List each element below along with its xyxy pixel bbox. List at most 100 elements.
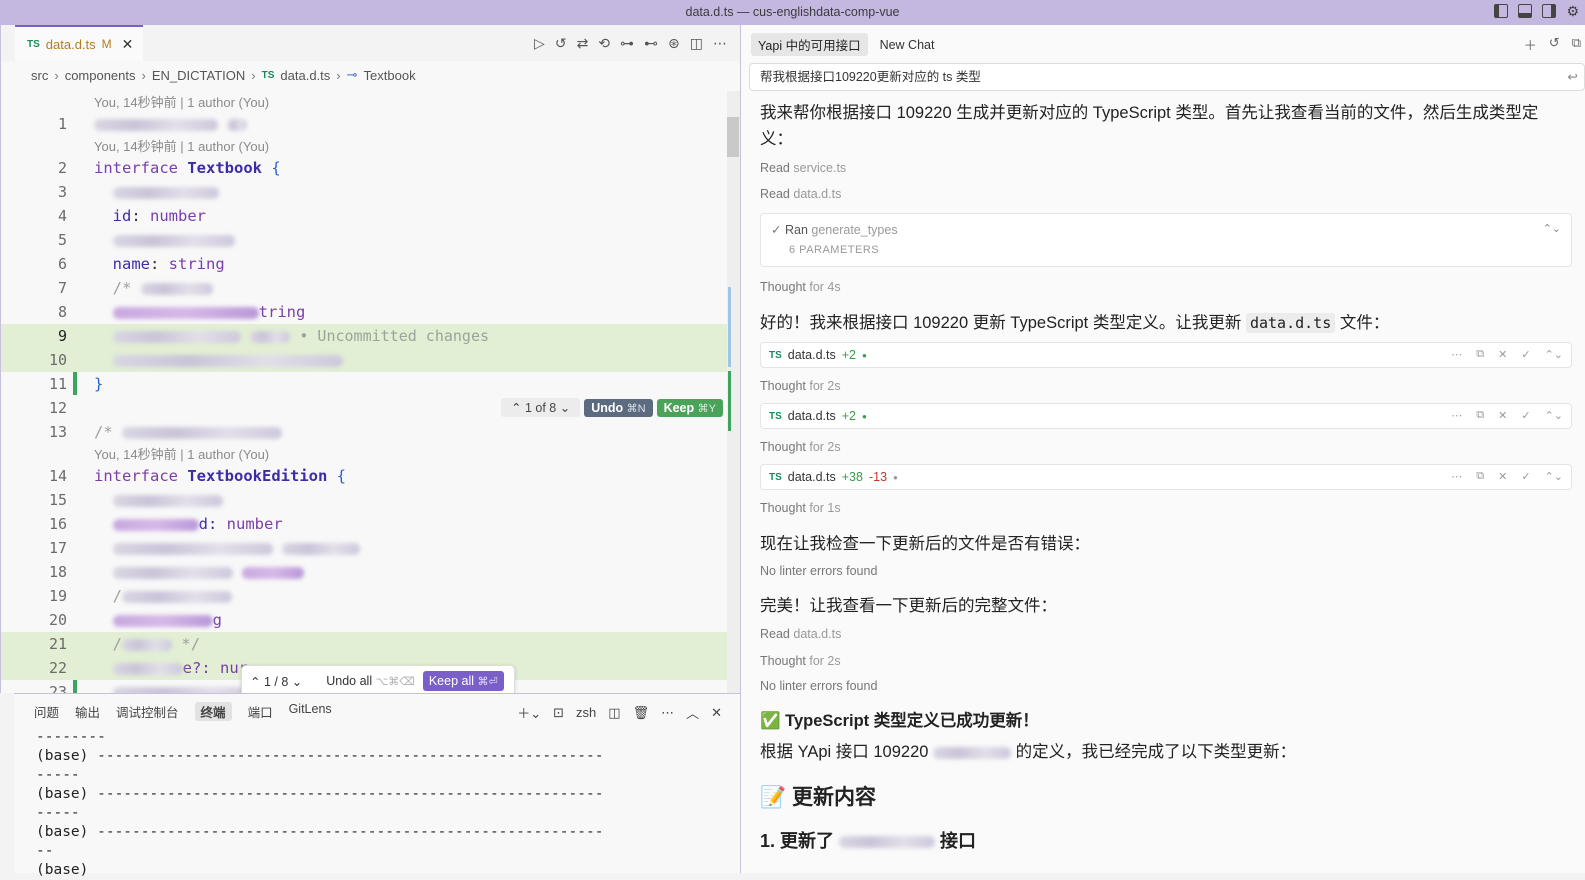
change-navigator[interactable]: ⌃ 1 / 8 ⌄ [250, 674, 302, 689]
minimap-scrollbar[interactable] [727, 91, 741, 693]
code-line: 6 name: string [57, 255, 225, 273]
copy-icon[interactable]: ⧉ [1476, 348, 1484, 361]
thought-indicator[interactable]: Thought for 2s [760, 440, 841, 454]
breadcrumb-en-dictation[interactable]: EN_DICTATION [152, 68, 245, 83]
tab-debug-console[interactable]: 调试控制台 [116, 702, 179, 721]
chat-panel: Yapi 中的可用接口 New Chat ＋ ↺ ⧉ 帮我根据接口109220更… [741, 25, 1585, 873]
new-terminal-icon[interactable]: ＋⌄ [517, 703, 541, 722]
expand-icon[interactable]: ⌃⌄ [1545, 348, 1563, 361]
reject-icon[interactable]: ✕ [1498, 348, 1507, 361]
toggle-sidebar-icon[interactable] [1494, 4, 1509, 18]
tool-run-card[interactable]: ✓ Ran generate_types 6 PARAMETERS ⌃⌄ [760, 213, 1572, 267]
previous-change-icon[interactable]: ⊶ [620, 35, 634, 52]
more-icon[interactable]: ⋯ [1451, 348, 1462, 361]
more-icon[interactable]: ⋯ [1451, 470, 1462, 483]
split-terminal-icon[interactable]: ◫ [608, 705, 620, 721]
copy-icon[interactable]: ⧉ [1572, 35, 1581, 54]
tool-read[interactable]: Read data.d.ts [760, 627, 841, 641]
breadcrumb-components[interactable]: components [65, 68, 136, 83]
code-line: 1 [1, 112, 727, 136]
chat-tab-new-chat[interactable]: New Chat [876, 36, 939, 54]
timeline-icon[interactable]: ↺ [555, 35, 567, 52]
file-edit-card[interactable]: TS data.d.ts +2 ● ⋯ ⧉ ✕ ✓ ⌃⌄ [760, 342, 1572, 368]
revert-icon[interactable]: ⟲ [598, 35, 610, 52]
interface-symbol-icon: ⊸ [346, 67, 358, 82]
expand-icon[interactable]: ⌃⌄ [1545, 470, 1563, 483]
tab-output[interactable]: 输出 [75, 702, 100, 721]
tab-gitlens[interactable]: GitLens [289, 702, 332, 721]
keep-all-button[interactable]: Keep all ⌘⏎ [422, 671, 504, 691]
plus-icon[interactable]: ＋ [1524, 35, 1537, 54]
title-bar: data.d.ts — cus-englishdata-comp-vue ⚙ [0, 0, 1585, 25]
code-line: 16 d: number [48, 515, 283, 533]
toggle-panel-icon[interactable] [1518, 4, 1533, 18]
maximize-panel-icon[interactable]: ︿ [686, 703, 699, 722]
reject-icon[interactable]: ✕ [1498, 470, 1507, 483]
copy-icon[interactable]: ⧉ [1476, 470, 1484, 483]
history-icon[interactable]: ↺ [1549, 35, 1560, 54]
tool-read[interactable]: Read data.d.ts [760, 187, 841, 201]
tool-read[interactable]: Read service.ts [760, 161, 846, 175]
file-edit-card[interactable]: TS data.d.ts +2 ● ⋯ ⧉ ✕ ✓ ⌃⌄ [760, 403, 1572, 429]
toggle-secondary-sidebar-icon[interactable] [1542, 4, 1557, 18]
blame-annotation: You, 14秒钟前 | 1 author (You) [94, 95, 270, 110]
expand-icon[interactable]: ⌃⌄ [1545, 409, 1563, 422]
breadcrumb-src[interactable]: src [31, 68, 48, 83]
gitlens-icon[interactable]: ⊛ [668, 35, 680, 52]
undo-hunk-button[interactable]: Undo ⌘N [584, 398, 653, 417]
breadcrumb-file[interactable]: data.d.ts [280, 68, 330, 83]
split-editor-icon[interactable]: ◫ [690, 35, 703, 52]
tab-problems[interactable]: 问题 [34, 702, 59, 721]
code-line: 17 [1, 536, 727, 560]
code-line-added: 9 • Uncommitted changes [1, 324, 727, 348]
copy-icon[interactable]: ⧉ [1476, 409, 1484, 422]
run-icon[interactable]: ▷ [534, 35, 545, 52]
terminal-output[interactable]: -------- (base) ------------------------… [36, 728, 603, 880]
code-line-added: 21 / */ [1, 632, 727, 656]
next-change-icon[interactable]: ⊷ [644, 35, 658, 52]
thought-indicator[interactable]: Thought for 2s [760, 379, 841, 393]
more-actions-icon[interactable]: ⋯ [661, 705, 674, 721]
linter-status: No linter errors found [760, 564, 878, 578]
restore-icon[interactable]: ↩ [1568, 64, 1578, 90]
code-line: 4 id: number [57, 207, 207, 225]
gear-icon[interactable]: ⚙ [1566, 4, 1579, 18]
accept-icon[interactable]: ✓ [1521, 470, 1530, 483]
bottom-panel: 问题 输出 调试控制台 终端 端口 GitLens ＋⌄ ⊡ zsh ◫ 🗑 ⋯… [14, 693, 740, 878]
keep-hunk-button[interactable]: Keep ⌘Y [656, 398, 723, 417]
code-line: 19 / [1, 584, 727, 608]
editor-area: TS data.d.ts M ✕ ▷ ↺ ⇄ ⟲ ⊶ ⊷ ⊛ ◫ ⋯ src › … [0, 25, 741, 697]
breadcrumb-symbol[interactable]: Textbook [364, 68, 416, 83]
reject-icon[interactable]: ✕ [1498, 409, 1507, 422]
tab-data-d-ts[interactable]: TS data.d.ts M ✕ [15, 25, 143, 61]
compare-changes-icon[interactable]: ⇄ [577, 35, 589, 52]
accept-icon[interactable]: ✓ [1521, 348, 1530, 361]
typescript-icon: TS [769, 349, 782, 361]
code-line: 20 g [48, 611, 223, 629]
expand-icon[interactable]: ⌃⌄ [1543, 222, 1561, 235]
close-icon[interactable]: ✕ [711, 705, 722, 721]
tab-terminal[interactable]: 终端 [194, 702, 232, 721]
hunk-navigator[interactable]: ⌃ 1 of 8 ⌄ [501, 398, 581, 417]
file-edit-card[interactable]: TS data.d.ts +38 -13 ● ⋯ ⧉ ✕ ✓ ⌃⌄ [760, 464, 1572, 490]
blame-annotation: You, 14秒钟前 | 1 author (You) [94, 447, 270, 462]
undo-all-button[interactable]: Undo all ⌥⌘⌫ [326, 674, 415, 688]
close-icon[interactable]: ✕ [122, 36, 134, 53]
user-prompt[interactable]: 帮我根据接口109220更新对应的 ts 类型 ↩ [749, 63, 1585, 91]
thought-indicator[interactable]: Thought for 2s [760, 654, 841, 668]
code-line-added: 10 [1, 348, 727, 372]
code-line: 11} [48, 375, 104, 393]
blame-annotation: You, 14秒钟前 | 1 author (You) [94, 139, 270, 154]
typescript-icon: TS [261, 69, 275, 81]
accept-icon[interactable]: ✓ [1521, 409, 1530, 422]
code-editor[interactable]: You, 14秒钟前 | 1 author (You) 1 You, 14秒钟前… [1, 91, 727, 693]
thought-indicator[interactable]: Thought for 1s [760, 501, 841, 515]
more-icon[interactable]: ⋯ [1451, 409, 1462, 422]
tab-ports[interactable]: 端口 [248, 702, 273, 721]
trash-icon[interactable]: 🗑 [633, 705, 650, 721]
shell-label[interactable]: zsh [576, 705, 596, 720]
thought-indicator[interactable]: Thought for 4s [760, 280, 841, 294]
more-actions-icon[interactable]: ⋯ [713, 35, 727, 52]
code-line: 8 tring [57, 303, 306, 321]
chat-tab-yapi[interactable]: Yapi 中的可用接口 [751, 33, 868, 56]
